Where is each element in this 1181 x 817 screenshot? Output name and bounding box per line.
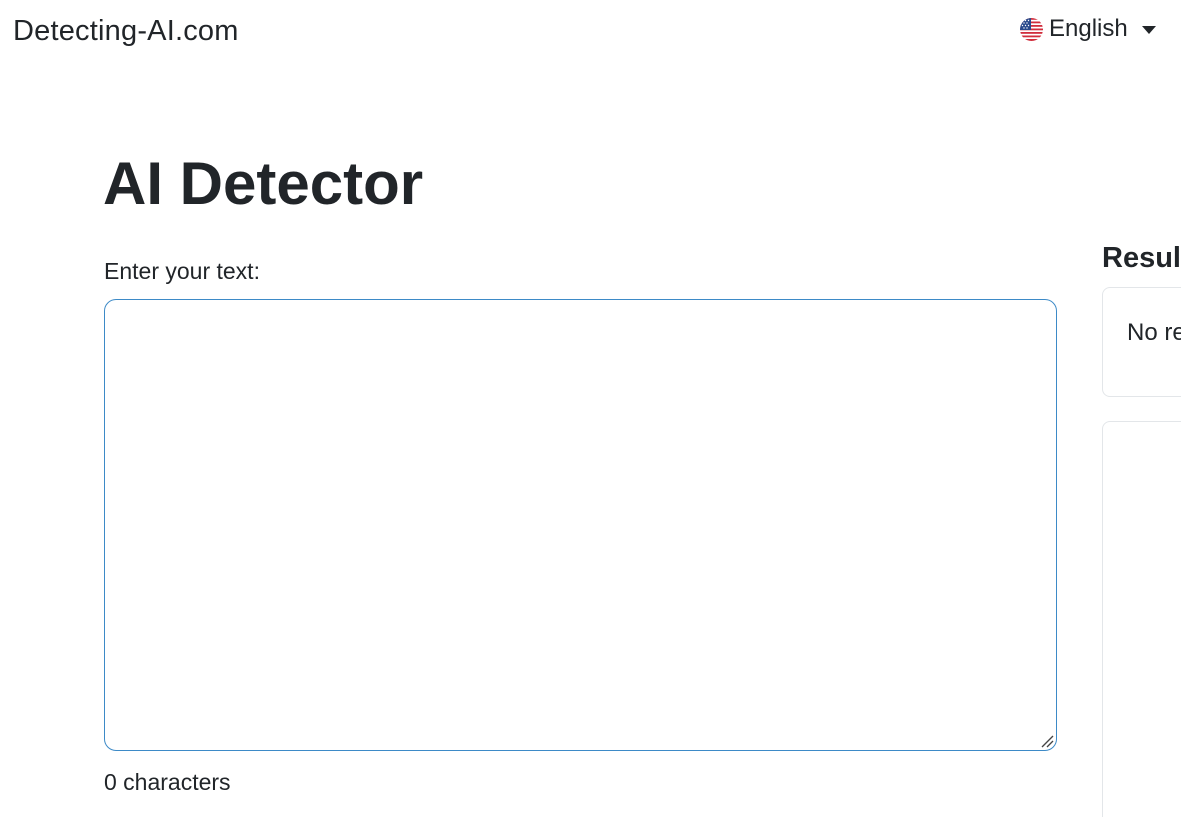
text-input[interactable] (104, 299, 1057, 751)
result-details-card (1102, 421, 1181, 817)
language-label: English (1049, 15, 1128, 42)
result-heading: Result (1102, 242, 1181, 274)
page: Detecting-AI.com English AI Detector Ent… (0, 0, 1181, 817)
resize-handle-icon[interactable] (1040, 734, 1054, 748)
page-title: AI Detector (103, 150, 424, 217)
language-dropdown[interactable]: English (1020, 14, 1156, 44)
caret-down-icon (1141, 26, 1156, 34)
brand-logo-link[interactable]: Detecting-AI.com (13, 13, 239, 49)
character-count: 0 characters (104, 769, 231, 795)
result-card: No results (1102, 287, 1181, 397)
result-text: No results (1127, 319, 1181, 346)
us-flag-icon (1020, 17, 1043, 41)
text-input-label: Enter your text: (104, 258, 260, 284)
navbar: Detecting-AI.com English (0, 0, 1181, 62)
